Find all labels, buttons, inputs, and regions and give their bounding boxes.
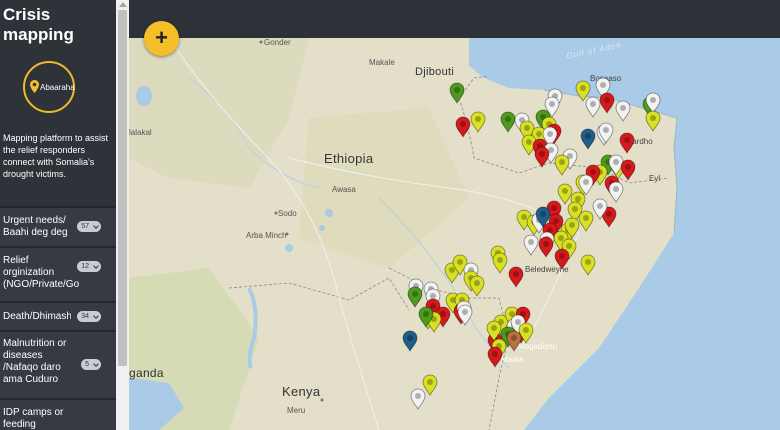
category-label: Urgent needs/ Baahi deg deg — [3, 215, 68, 238]
app-title: Crisis mapping — [3, 5, 74, 44]
map-marker-icon[interactable] — [608, 181, 624, 203]
category-urgent-needs[interactable]: Urgent needs/ Baahi deg deg 57 — [0, 206, 116, 246]
map-marker-icon[interactable] — [534, 146, 550, 168]
map-marker-icon[interactable] — [645, 110, 661, 132]
category-label: IDP camps or feeding — [3, 407, 64, 430]
map-marker-icon[interactable] — [615, 100, 631, 122]
crisis-map[interactable]: Ethiopia Djibouti Kenya ganda Gulf of Ad… — [129, 38, 780, 430]
scroll-thumb[interactable] — [118, 10, 127, 366]
map-marker-icon[interactable] — [508, 266, 524, 288]
map-marker-icon[interactable] — [599, 92, 615, 114]
map-marker-icon[interactable] — [470, 111, 486, 133]
map-marker-icon[interactable] — [523, 234, 539, 256]
scroll-up-arrow-icon[interactable] — [119, 2, 127, 7]
map-marker-icon[interactable] — [402, 330, 418, 352]
map-marker-icon[interactable] — [538, 236, 554, 258]
map-marker-icon[interactable] — [619, 132, 635, 154]
category-death[interactable]: Death/Dhimasho 34 — [0, 301, 116, 330]
map-marker-icon[interactable] — [487, 346, 503, 368]
map-marker-icon[interactable] — [407, 286, 423, 308]
map-marker-icon[interactable] — [455, 116, 471, 138]
map-marker-icon[interactable] — [580, 128, 596, 150]
map-marker-icon[interactable] — [500, 111, 516, 133]
map-marker-icon[interactable] — [557, 183, 573, 205]
category-label: Relief orginization (NGO/Private/Go — [3, 255, 80, 290]
category-malnutrition[interactable]: Malnutrition or diseases /Nafaqo daro am… — [0, 330, 116, 398]
app-description: Mapping platform to assist the relief re… — [3, 133, 109, 179]
map-marker-icon[interactable] — [575, 80, 591, 102]
map-marker-icon[interactable] — [422, 374, 438, 396]
category-list: Urgent needs/ Baahi deg deg 57 Relief or… — [0, 206, 116, 430]
category-idp-camps[interactable]: IDP camps or feeding — [0, 398, 116, 430]
report-markers[interactable] — [129, 38, 780, 430]
category-label: Death/Dhimasho — [3, 311, 71, 322]
app-logo: Abaaraha — [23, 61, 75, 113]
map-marker-icon[interactable] — [410, 388, 426, 410]
map-marker-icon[interactable] — [554, 154, 570, 176]
add-report-button[interactable]: + — [144, 21, 179, 56]
map-marker-icon[interactable] — [578, 210, 594, 232]
map-pin-icon — [30, 80, 39, 93]
map-marker-icon[interactable] — [580, 254, 596, 276]
map-marker-icon[interactable] — [506, 330, 522, 352]
category-relief-organization[interactable]: Relief orginization (NGO/Private/Go 12 — [0, 246, 116, 301]
category-count-badge[interactable]: 34 — [77, 311, 101, 322]
map-marker-icon[interactable] — [469, 275, 485, 297]
plus-icon: + — [155, 25, 168, 50]
map-top-bar — [129, 0, 780, 38]
category-count-badge[interactable]: 5 — [81, 359, 101, 370]
map-marker-icon[interactable] — [492, 252, 508, 274]
map-marker-icon[interactable] — [620, 159, 636, 181]
sidebar-scrollbar[interactable] — [116, 0, 129, 430]
map-marker-icon[interactable] — [554, 248, 570, 270]
category-count-badge[interactable]: 57 — [77, 221, 101, 232]
category-count-badge[interactable]: 12 — [77, 261, 101, 272]
logo-text: Abaaraha — [40, 83, 75, 92]
map-marker-icon[interactable] — [585, 96, 601, 118]
map-marker-icon[interactable] — [449, 82, 465, 104]
sidebar: Crisis mapping Abaaraha Mapping platform… — [0, 0, 116, 430]
category-label: Malnutrition or diseases /Nafaqo daro am… — [3, 338, 67, 385]
